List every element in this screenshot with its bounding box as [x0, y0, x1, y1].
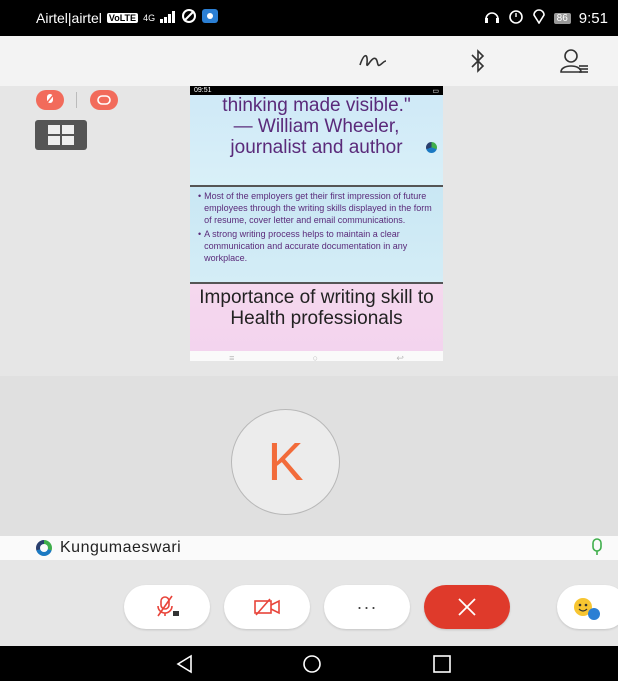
- participants-icon[interactable]: [557, 44, 591, 78]
- recording-badge: [90, 90, 118, 110]
- headset-icon: [484, 9, 500, 27]
- network-label: 4G: [143, 12, 156, 23]
- signal-icon: [160, 10, 176, 26]
- battery-level: 86: [553, 12, 571, 24]
- back-icon: ↩: [396, 352, 404, 362]
- slide-bullets: • Most of the employers get their first i…: [190, 185, 443, 282]
- video-button[interactable]: [224, 585, 310, 629]
- volte-badge: VoLTE: [106, 12, 139, 23]
- quote-line: journalist and author: [230, 137, 403, 158]
- bullet-text: A strong writing process helps to mainta…: [204, 229, 408, 263]
- mic-icon: [592, 538, 602, 555]
- layout-grid-icon[interactable]: [35, 120, 87, 150]
- shared-phone-time: 09:51: [194, 87, 212, 94]
- bullet-text: Most of the employers get their first im…: [204, 191, 432, 225]
- avatar-letter: K: [267, 432, 304, 492]
- app-notification-icon: [202, 9, 219, 26]
- system-nav-bar: [0, 646, 618, 681]
- location-icon: [532, 8, 546, 28]
- bluetooth-icon[interactable]: [461, 44, 495, 78]
- shared-phone-status-bar: 09:51 ▭: [190, 86, 443, 95]
- video-off-icon: [254, 598, 280, 616]
- menu-icon: ≡: [229, 353, 235, 361]
- home-icon: ○: [312, 353, 319, 361]
- call-controls: ···: [0, 560, 618, 646]
- more-options-button[interactable]: ···: [324, 585, 410, 629]
- alarm-icon: [508, 8, 524, 28]
- mute-button[interactable]: [124, 585, 210, 629]
- carrier-label: Airtel|airtel: [36, 9, 102, 26]
- shared-screen: 09:51 ▭ thinking made visible." — Willia…: [190, 86, 443, 361]
- bullet-item: • Most of the employers get their first i…: [198, 190, 437, 226]
- quote-line: — William Wheeler,: [233, 116, 400, 137]
- status-bar: Airtel|airtel VoLTE 4G 86 9:51: [0, 0, 618, 36]
- muted-mic-icon: [157, 595, 179, 617]
- recents-square-icon[interactable]: [432, 654, 452, 674]
- participant-name-bar: Kungumaeswari: [0, 536, 618, 560]
- video-area: K: [0, 376, 618, 536]
- close-icon: [458, 598, 476, 616]
- shared-phone-nav: ≡ ○ ↩: [190, 351, 443, 361]
- more-options-icon: ···: [356, 596, 378, 617]
- quote-line: thinking made visible.": [222, 95, 411, 116]
- back-triangle-icon[interactable]: [175, 654, 195, 674]
- reactions-button[interactable]: [557, 585, 618, 629]
- webex-logo-icon: [36, 540, 52, 556]
- muted-mic-badge: [36, 90, 64, 110]
- bullet-item: • A strong writing process helps to maint…: [198, 228, 437, 264]
- screen-share-area: 09:51 ▭ thinking made visible." — Willia…: [0, 86, 618, 376]
- draw-icon[interactable]: [356, 44, 390, 78]
- end-call-button[interactable]: [424, 585, 510, 629]
- home-circle-icon[interactable]: [302, 654, 322, 674]
- slide-quote: thinking made visible." — William Wheele…: [190, 95, 443, 185]
- webex-logo-icon: [426, 142, 437, 153]
- meeting-toolbar: [0, 36, 618, 87]
- participant-name: Kungumaeswari: [60, 539, 182, 556]
- sync-icon: [181, 9, 197, 26]
- divider: [76, 92, 77, 108]
- shared-phone-battery-icon: ▭: [432, 87, 439, 95]
- slide-title: Importance of writing skill to Health pr…: [190, 282, 443, 351]
- avatar: K: [231, 409, 340, 515]
- emoji-icon: [574, 598, 600, 620]
- time-label: 9:51: [578, 9, 608, 27]
